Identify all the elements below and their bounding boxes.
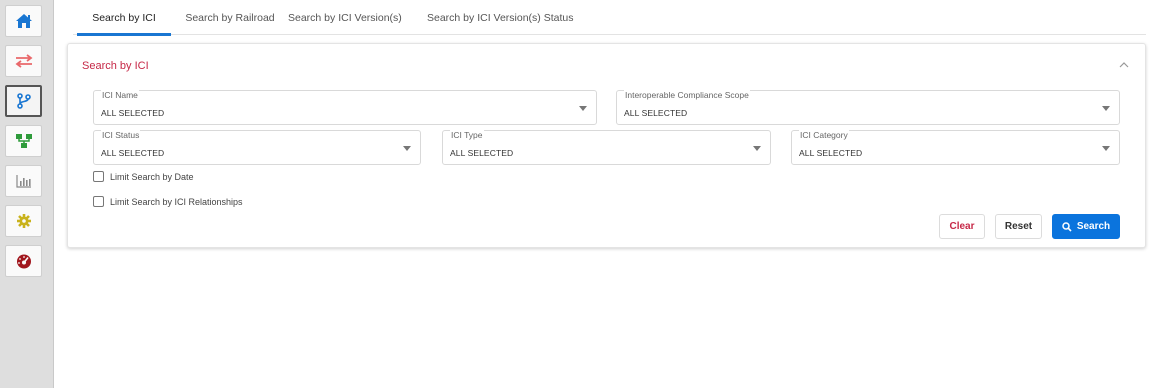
nav-home-button[interactable] — [5, 5, 42, 37]
caret-down-icon — [1102, 146, 1110, 151]
ici-name-label: ICI Name — [101, 90, 139, 100]
tab-search-by-ici-version-status[interactable]: Search by ICI Version(s) Status — [427, 0, 573, 35]
ici-name-select[interactable]: ICI Name ALL SELECTED — [93, 90, 597, 125]
ici-type-value: ALL SELECTED — [450, 148, 514, 158]
compliance-scope-value: ALL SELECTED — [624, 108, 688, 118]
limit-by-relationships-label: Limit Search by ICI Relationships — [110, 196, 243, 207]
tab-search-by-ici[interactable]: Search by ICI — [77, 0, 171, 36]
ici-status-select[interactable]: ICI Status ALL SELECTED — [93, 130, 421, 165]
nav-hierarchy-button[interactable] — [5, 125, 42, 157]
ici-status-label: ICI Status — [101, 130, 141, 140]
limit-by-relationships-checkbox[interactable]: Limit Search by ICI Relationships — [93, 196, 243, 207]
panel-title: Search by ICI — [82, 60, 149, 72]
search-button[interactable]: Search — [1052, 214, 1120, 239]
branch-icon — [16, 93, 31, 109]
nav-settings-button[interactable] — [5, 205, 42, 237]
gear-icon — [16, 214, 31, 228]
chevron-up-icon[interactable] — [1117, 58, 1131, 72]
swap-arrows-icon — [15, 54, 32, 68]
caret-down-icon — [403, 146, 411, 151]
bar-chart-icon — [15, 175, 31, 188]
left-nav-rail — [0, 0, 54, 388]
limit-by-date-checkbox[interactable]: Limit Search by Date — [93, 171, 194, 182]
search-panel: Search by ICI ICI Name ALL SELECTED Inte… — [67, 43, 1146, 248]
ici-category-label: ICI Category — [799, 130, 849, 140]
search-button-label: Search — [1076, 221, 1111, 232]
app-root: Search by ICI Search by Railroad Search … — [0, 0, 1153, 388]
compliance-scope-select[interactable]: Interoperable Compliance Scope ALL SELEC… — [616, 90, 1120, 125]
tab-search-by-railroad[interactable]: Search by Railroad — [185, 0, 275, 35]
limit-by-date-label: Limit Search by Date — [110, 171, 194, 182]
compliance-scope-label: Interoperable Compliance Scope — [624, 90, 750, 100]
speedometer-icon — [16, 254, 31, 269]
checkbox-box[interactable] — [93, 196, 104, 207]
ici-name-value: ALL SELECTED — [101, 108, 165, 118]
home-icon — [15, 14, 32, 28]
ici-category-value: ALL SELECTED — [799, 148, 863, 158]
caret-down-icon — [579, 106, 587, 111]
ici-type-select[interactable]: ICI Type ALL SELECTED — [442, 130, 771, 165]
ici-category-select[interactable]: ICI Category ALL SELECTED — [791, 130, 1120, 165]
clear-button-label: Clear — [949, 221, 975, 232]
sitemap-icon — [15, 134, 32, 148]
ici-type-label: ICI Type — [450, 130, 484, 140]
nav-reports-button[interactable] — [5, 165, 42, 197]
tab-search-by-ici-versions[interactable]: Search by ICI Version(s) — [288, 0, 402, 35]
nav-versions-button[interactable] — [5, 85, 42, 117]
nav-dashboard-button[interactable] — [5, 245, 42, 277]
reset-button[interactable]: Reset — [995, 214, 1042, 239]
nav-transfer-button[interactable] — [5, 45, 42, 77]
search-tabs: Search by ICI Search by Railroad Search … — [73, 0, 1146, 36]
ici-status-value: ALL SELECTED — [101, 148, 165, 158]
caret-down-icon — [1102, 106, 1110, 111]
clear-button[interactable]: Clear — [939, 214, 985, 239]
reset-button-label: Reset — [1004, 221, 1033, 232]
checkbox-box[interactable] — [93, 171, 104, 182]
caret-down-icon — [753, 146, 761, 151]
search-icon — [1062, 221, 1072, 232]
